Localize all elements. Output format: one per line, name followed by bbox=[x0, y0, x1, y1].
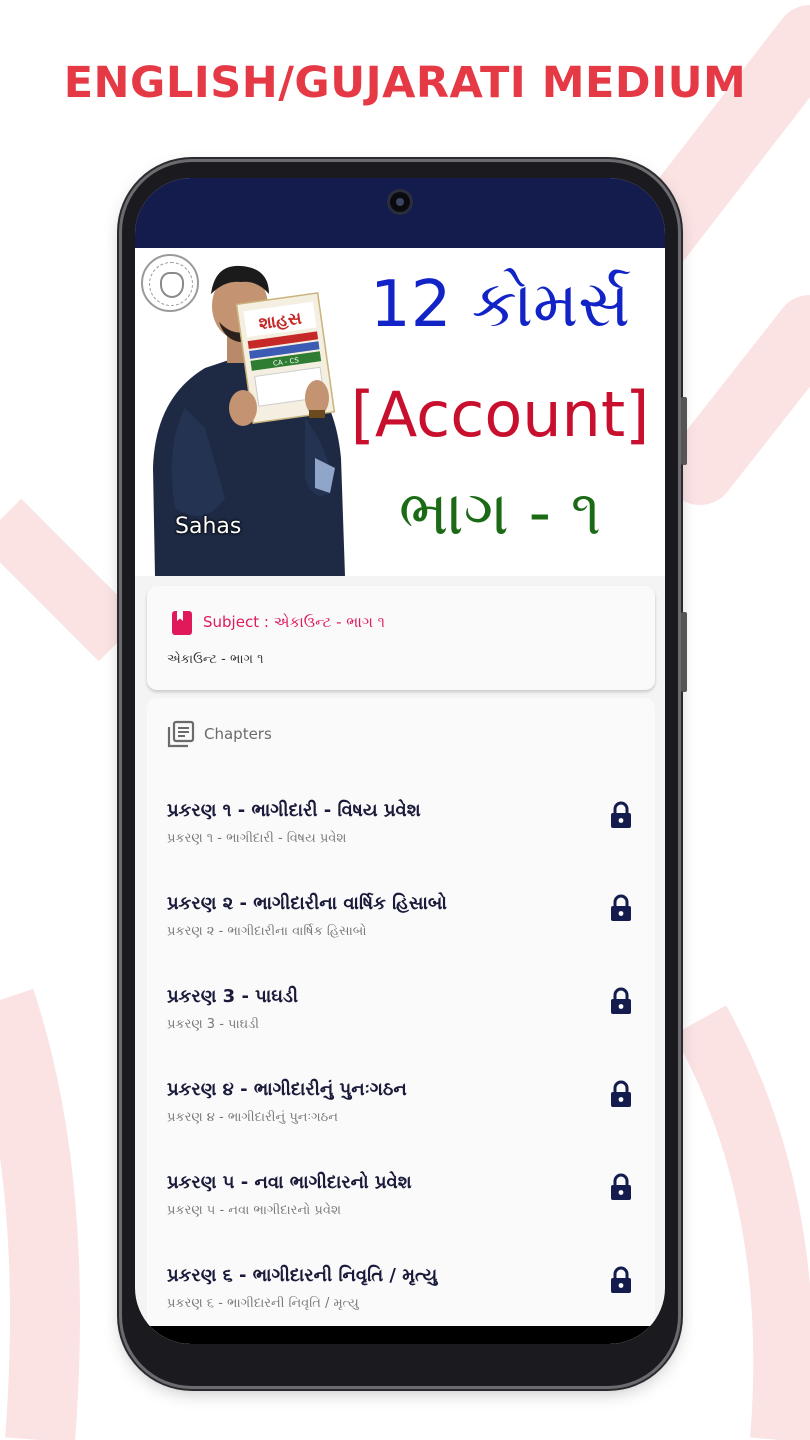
subject-title: Subject : એકાઉન્ટ - ભાગ ૧ bbox=[203, 613, 386, 631]
system-nav-bar bbox=[135, 1326, 665, 1344]
chapter-subtitle: પ્રકરણ ૨ - ભાગીદારીના વાર્ષિક હિસાબો bbox=[167, 924, 367, 939]
chapter-list: પ્રકરણ ૧ - ભાગીદારી - વિષય પ્રવેશ પ્રકરણ… bbox=[147, 784, 655, 1342]
chapters-label: Chapters bbox=[204, 725, 272, 743]
chapter-title: પ્રકરણ ૨ - ભાગીદારીના વાર્ષિક હિસાબો bbox=[167, 893, 447, 914]
front-camera bbox=[390, 192, 410, 212]
chapter-item[interactable]: પ્રકરણ ૧ - ભાગીદારી - વિષય પ્રવેશ પ્રકરણ… bbox=[147, 784, 655, 877]
chapter-title: પ્રકરણ ૬ - ભાગીદારની નિવૃતિ / મૃત્યુ bbox=[167, 1265, 438, 1286]
library-books-icon bbox=[167, 720, 195, 748]
volume-button bbox=[681, 397, 687, 465]
chapter-item[interactable]: પ્રકરણ ૨ - ભાગીદારીના વાર્ષિક હિસાબો પ્ર… bbox=[147, 877, 655, 970]
chapter-title: પ્રકરણ 3 - પાઘડી bbox=[167, 986, 299, 1007]
lock-icon[interactable] bbox=[609, 1080, 633, 1108]
chapter-subtitle: પ્રકરણ ૪ - ભાગીદારીનું પુનઃગઠન bbox=[167, 1110, 338, 1125]
chapter-subtitle: પ્રકરણ ૧ - ભાગીદારી - વિષય પ્રવેશ bbox=[167, 831, 347, 846]
chapter-subtitle: પ્રકરણ ૫ - નવા ભાગીદારનો પ્રવેશ bbox=[167, 1203, 341, 1218]
status-bar bbox=[135, 178, 665, 248]
subject-description: એકાઉન્ટ - ભાગ ૧ bbox=[167, 652, 264, 667]
chapter-subtitle: પ્રકરણ 3 - પાઘડી bbox=[167, 1017, 259, 1032]
lock-icon[interactable] bbox=[609, 987, 633, 1015]
lock-icon[interactable] bbox=[609, 1266, 633, 1294]
chapter-subtitle: પ્રકરણ ૬ - ભાગીદારની નિવૃતિ / મૃત્યુ bbox=[167, 1296, 359, 1311]
lock-icon[interactable] bbox=[609, 801, 633, 829]
banner-part-title: ભાગ - ૧ bbox=[398, 476, 602, 549]
chapter-item[interactable]: પ્રકરણ ૫ - નવા ભાગીદારનો પ્રવેશ પ્રકરણ ૫… bbox=[147, 1156, 655, 1249]
chapter-title: પ્રકરણ ૧ - ભાગીદારી - વિષય પ્રવેશ bbox=[167, 800, 421, 821]
phone-frame: શાહસ CA - CS Sahas 12 કોમર્સ [Account] ભ… bbox=[122, 162, 687, 1386]
app-screen: શાહસ CA - CS Sahas 12 કોમર્સ [Account] ભ… bbox=[135, 178, 665, 1344]
banner-class-title: 12 કોમર્સ bbox=[370, 268, 630, 342]
promo-headline: ENGLISH/GUJARATI MEDIUM bbox=[63, 58, 747, 108]
chapter-item[interactable]: પ્રકરણ ૪ - ભાગીદારીનું પુનઃગઠન પ્રકરણ ૪ … bbox=[147, 1063, 655, 1156]
chapter-item[interactable]: પ્રકરણ 3 - પાઘડી પ્રકરણ 3 - પાઘડી bbox=[147, 970, 655, 1063]
subject-card: Subject : એકાઉન્ટ - ભાગ ૧ એકાઉન્ટ - ભાગ … bbox=[147, 586, 655, 690]
instructor-name: Sahas bbox=[175, 514, 242, 539]
power-button bbox=[681, 612, 687, 692]
banner-subject-title: [Account] bbox=[350, 378, 650, 451]
course-banner: શાહસ CA - CS Sahas 12 કોમર્સ [Account] ભ… bbox=[135, 248, 665, 576]
lock-icon[interactable] bbox=[609, 894, 633, 922]
lock-icon[interactable] bbox=[609, 1173, 633, 1201]
chapter-title: પ્રકરણ ૪ - ભાગીદારીનું પુનઃગઠન bbox=[167, 1079, 407, 1100]
chapters-card: Chapters પ્રકરણ ૧ - ભાગીદારી - વિષય પ્રવ… bbox=[147, 698, 655, 1344]
chapter-title: પ્રકરણ ૫ - નવા ભાગીદારનો પ્રવેશ bbox=[167, 1172, 412, 1193]
bookmark-icon bbox=[172, 611, 192, 635]
